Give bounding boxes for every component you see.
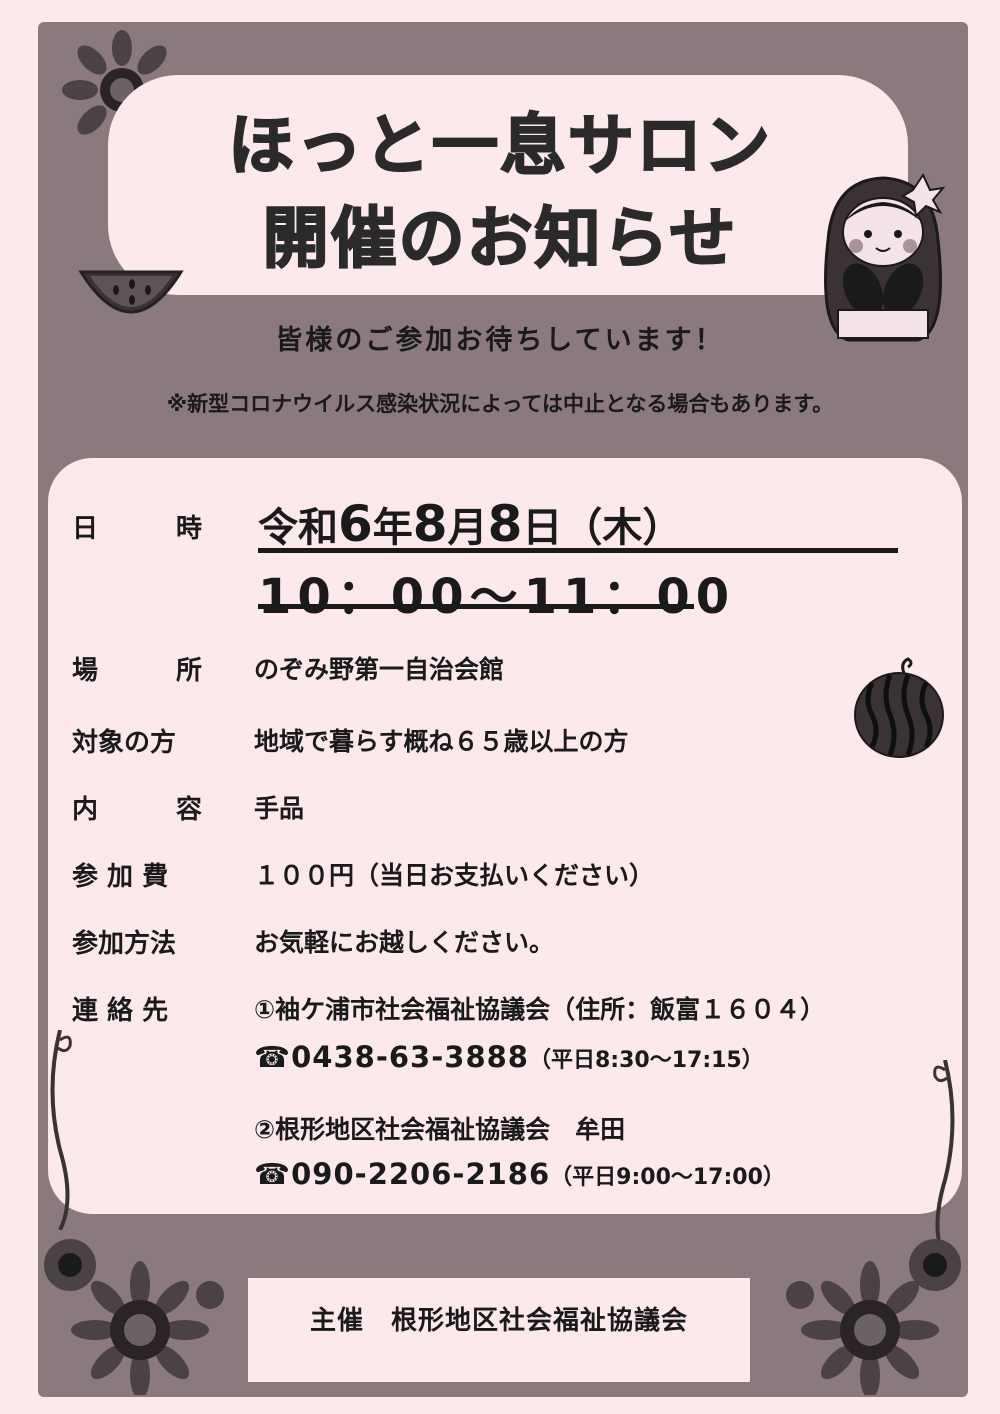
vine-right-icon (933, 1060, 955, 1260)
date-year-unit: 年 (372, 505, 413, 551)
time-underline (258, 604, 694, 609)
place-value: のぞみ野第一自治会館 (254, 655, 505, 684)
contact-label: 連 絡 先 (72, 990, 202, 1027)
contact-hours-2: （平日9:00～17:00） (550, 1165, 785, 1190)
sunflower-bottom-left-icon (44, 1239, 224, 1395)
date-month: 8 (412, 495, 448, 553)
date-month-unit: 月 (447, 505, 488, 551)
fee-label-text: 参 加 費 (72, 862, 169, 892)
date-weekday: （木） (562, 505, 683, 551)
watermelon-icon (854, 657, 944, 758)
datetime-label: 日 時 (72, 508, 202, 545)
contact-phone-2: ☎090-2206-2186 (254, 1157, 551, 1191)
event-date: 令和6年8月8日（木） (258, 495, 682, 553)
covid-notice: ※新型コロナウイルス感染状況によっては中止となる場合もあります。 (166, 392, 834, 416)
method-value: お気軽にお越しください。 (254, 928, 555, 957)
event-time: 10：00～11：00 (258, 569, 736, 625)
contact-org-1: ①袖ケ浦市社会福祉協議会（住所：飯富１６０４） (254, 995, 826, 1024)
contact-phone-1-line: ☎0438-63-3888（平日8:30～17:15） (254, 1040, 764, 1074)
date-year: 6 (338, 495, 373, 553)
sunflower-bottom-right-icon (786, 1239, 961, 1395)
date-day-unit: 日 (522, 505, 563, 551)
organizer: 主催 根形地区社会福祉協議会 (309, 1306, 688, 1336)
target-label-text: 対象の方 (72, 728, 177, 758)
place-label-2: 所 (175, 656, 202, 686)
fee-label: 参 加 費 (72, 856, 202, 893)
vine-left-icon (50, 1030, 72, 1230)
contact-org-2: ②根形地区社会福祉協議会 牟田 (254, 1115, 626, 1144)
contact-hours-1: （平日8:30～17:15） (528, 1048, 764, 1073)
target-value: 地域で暮らす概ね６５歳以上の方 (254, 727, 629, 756)
contact-phone-1: ☎0438-63-3888 (254, 1040, 529, 1074)
fee-value: １００円（当日お支払いください） (254, 861, 655, 890)
date-underline (258, 548, 898, 553)
content-label-2: 容 (175, 795, 202, 825)
datetime-label-1: 日 (72, 514, 99, 544)
method-label: 参加方法 (72, 923, 202, 960)
subtitle: 皆様のご参加お待ちしています！ (275, 325, 725, 356)
place-label-1: 場 (72, 656, 99, 686)
datetime-label-2: 時 (175, 514, 202, 544)
date-era: 令和 (258, 505, 338, 551)
contact-phone-2-line: ☎090-2206-2186（平日9:00～17:00） (254, 1157, 785, 1191)
date-day: 8 (487, 495, 523, 553)
content-label-1: 内 (72, 795, 99, 825)
method-label-text: 参加方法 (72, 929, 177, 959)
place-label: 場 所 (72, 650, 202, 687)
target-label: 対象の方 (72, 722, 202, 759)
content-label: 内 容 (72, 789, 202, 826)
content-value: 手品 (254, 794, 305, 823)
contact-label-text: 連 絡 先 (72, 996, 169, 1026)
